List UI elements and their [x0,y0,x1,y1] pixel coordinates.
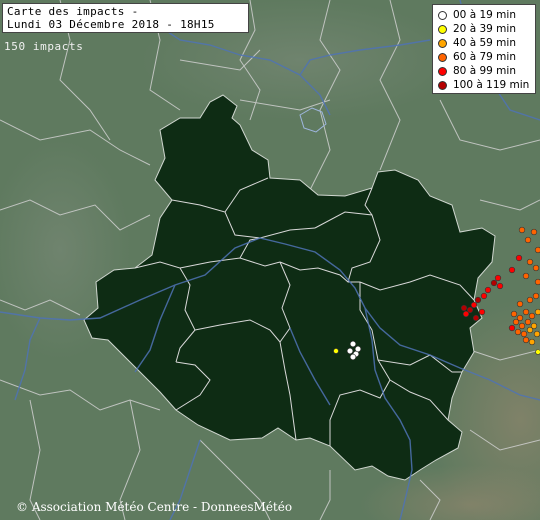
impact-marker [333,348,339,354]
impact-marker [518,226,526,234]
map-date: Lundi 03 Décembre 2018 - 18H15 [7,18,215,31]
legend-dot-icon [438,24,447,34]
map-title-box: Carte des impacts - Lundi 03 Décembre 20… [2,3,249,33]
legend-label: 60 à 79 min [453,51,516,63]
impact-marker [522,336,530,344]
legend-dot-icon [438,38,447,48]
impact-marker [346,347,354,355]
impact-marker [522,308,530,316]
legend-item: 100 à 119 min [438,78,535,92]
impact-marker [526,258,534,266]
legend-dot-icon [438,66,447,76]
impact-marker [526,296,534,304]
impact-marker [496,282,504,290]
impact-marker [522,272,530,280]
impact-marker [480,292,488,300]
impact-marker [533,330,540,338]
impact-marker [472,314,480,322]
legend-label: 100 à 119 min [453,79,530,91]
legend-item: 80 à 99 min [438,64,535,78]
legend-label: 40 à 59 min [453,37,516,49]
impact-marker [508,266,516,274]
impact-marker [349,340,357,348]
impact-marker [462,310,470,318]
legend-dot-icon [438,80,447,90]
impact-marker [490,279,498,287]
impact-marker [534,308,540,316]
impact-marker [535,349,540,355]
impact-marker [532,264,540,272]
impact-marker [470,301,478,309]
impact-marker [528,338,536,346]
impacts-count: 150 impacts [4,40,84,53]
legend-item: 60 à 79 min [438,50,535,64]
impact-marker [526,326,534,334]
legend-dot-icon [438,52,447,62]
impact-marker [518,322,526,330]
impact-marker [484,286,492,294]
legend-item: 20 à 39 min [438,22,535,36]
impact-marker [520,330,528,338]
legend-item: 00 à 19 min [438,8,535,22]
impact-marker [515,254,523,262]
legend-label: 20 à 39 min [453,23,516,35]
impact-marker [512,318,520,326]
time-legend: 00 à 19 min 20 à 39 min 40 à 59 min 60 à… [432,4,536,94]
impact-marker [349,353,357,361]
impact-marker [460,304,468,312]
impact-marker [530,228,538,236]
impact-marker [510,310,518,318]
impact-marker [514,328,522,336]
impact-marker [532,292,540,300]
legend-label: 00 à 19 min [453,9,516,21]
impact-marker [354,345,362,353]
legend-label: 80 à 99 min [453,65,516,77]
copyright-credit: © Association Météo Centre - DonneesMété… [16,500,293,514]
impact-marker [528,312,536,320]
legend-item: 40 à 59 min [438,36,535,50]
impact-marker [494,274,502,282]
impact-marker [474,296,482,304]
impact-marker [516,300,524,308]
impact-marker [524,236,532,244]
impact-marker [534,246,540,254]
map-title: Carte des impacts - [7,5,139,18]
impact-marker [524,318,532,326]
legend-dot-icon [438,10,447,20]
lightning-impact-map: Carte des impacts - Lundi 03 Décembre 20… [0,0,540,520]
impact-marker [508,324,516,332]
impact-marker [478,308,486,316]
impact-marker [534,278,540,286]
